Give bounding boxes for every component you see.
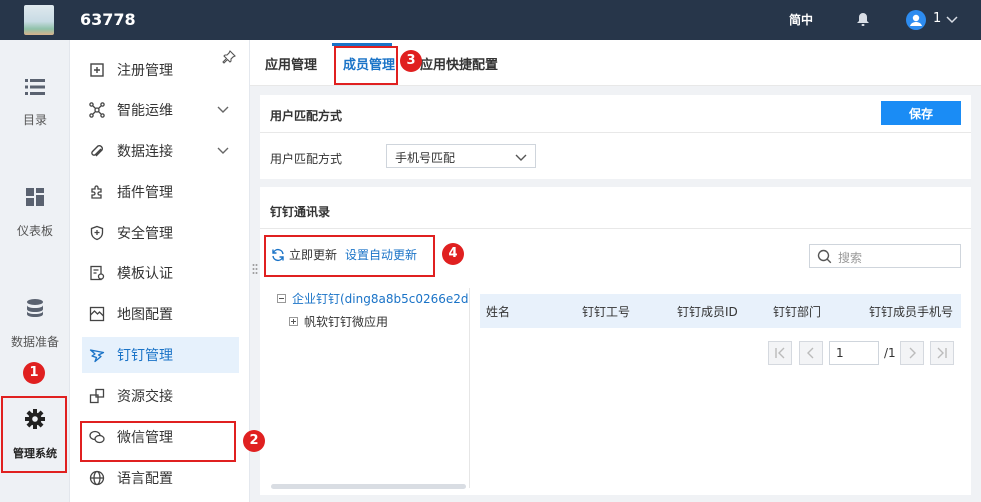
first-page-button[interactable]: [768, 341, 792, 365]
map-icon: [89, 306, 105, 322]
menu-item-map-config[interactable]: 地图配置: [82, 296, 239, 332]
handover-icon: [89, 388, 105, 404]
menu-item-plugins[interactable]: 插件管理: [82, 174, 239, 210]
app-title: 63778: [80, 10, 136, 29]
step-badge: 4: [442, 243, 464, 265]
database-icon: [0, 298, 70, 321]
rail-label: 数据准备: [10, 335, 59, 349]
search-icon: [817, 249, 832, 264]
column-header[interactable]: 姓名: [486, 303, 510, 320]
chevron-down-icon[interactable]: [946, 13, 958, 28]
highlight-box-wechat: [80, 421, 236, 462]
menu-item-resource-handover[interactable]: 资源交接: [82, 378, 239, 414]
step-badge: 2: [243, 430, 265, 452]
tree-horizontal-scrollbar[interactable]: [271, 484, 466, 489]
highlight-box-admin: [1, 396, 67, 473]
chevron-down-icon: [217, 106, 229, 113]
dashboard-icon: [0, 187, 70, 210]
menu-label: 注册管理: [117, 63, 173, 79]
column-header[interactable]: 钉钉部门: [773, 303, 821, 320]
menu-label: 钉钉管理: [117, 348, 173, 364]
collapse-icon[interactable]: [277, 294, 286, 303]
rail-item-dashboard[interactable]: 仪表板: [0, 187, 70, 239]
tree-node-enterprise[interactable]: 企业钉钉(ding8a8b5c0266e2d68c: [277, 290, 469, 307]
menu-label: 插件管理: [117, 185, 173, 201]
language-switcher[interactable]: 简中: [789, 11, 813, 28]
rail-item-catalog[interactable]: 目录: [0, 78, 70, 128]
match-method-select[interactable]: 手机号匹配: [386, 144, 536, 168]
certificate-icon: [90, 265, 105, 281]
registration-icon: [90, 63, 104, 77]
app-logo[interactable]: [24, 5, 54, 35]
shield-icon: [90, 225, 104, 241]
dingtalk-icon: [89, 349, 105, 363]
tab-app-management[interactable]: 应用管理: [265, 54, 317, 73]
highlight-box-toolbar: [264, 235, 435, 277]
tree-node-app[interactable]: 帆软钉钉微应用: [289, 313, 388, 330]
paperclip-icon: [91, 145, 103, 157]
match-method-value: 手机号匹配: [395, 151, 456, 165]
menu-item-smart-ops[interactable]: 智能运维: [82, 92, 239, 128]
menu-label: 地图配置: [117, 307, 173, 323]
chevron-down-icon: [217, 147, 229, 154]
chevron-down-icon: [515, 154, 527, 161]
prev-page-button[interactable]: [799, 341, 823, 365]
user-icon[interactable]: [906, 10, 926, 30]
network-icon: [89, 102, 105, 118]
menu-label: 智能运维: [117, 103, 173, 119]
page-total: /1: [884, 346, 896, 360]
menu-item-template-cert[interactable]: 模板认证: [82, 255, 239, 291]
expand-icon[interactable]: [289, 317, 298, 326]
pin-icon[interactable]: [222, 50, 236, 68]
menu-item-dingtalk[interactable]: 钉钉管理: [82, 337, 239, 373]
menu-label: 安全管理: [117, 226, 173, 242]
match-section-title: 用户匹配方式: [270, 109, 343, 123]
column-header[interactable]: 钉钉工号: [582, 303, 630, 320]
member-search-input[interactable]: 搜索: [809, 244, 961, 268]
user-name[interactable]: 1: [933, 11, 941, 26]
menu-label: 模板认证: [117, 266, 173, 282]
member-table-header: 姓名 钉钉工号 钉钉成员ID 钉钉部门 钉钉成员手机号: [480, 294, 961, 328]
menu-label: 数据连接: [117, 144, 173, 160]
save-button[interactable]: 保存: [881, 101, 961, 125]
rail-item-data-prep[interactable]: 数据准备: [0, 298, 70, 350]
step-badge: 3: [400, 50, 422, 72]
next-page-button[interactable]: [900, 341, 924, 365]
resize-handle[interactable]: [252, 263, 258, 279]
menu-label: 资源交接: [117, 389, 173, 405]
last-page-button[interactable]: [930, 341, 954, 365]
rail-label: 目录: [22, 113, 47, 127]
column-header[interactable]: 钉钉成员ID: [677, 303, 738, 320]
search-placeholder: 搜索: [838, 251, 863, 265]
puzzle-icon: [91, 185, 102, 199]
rail-label: 仪表板: [16, 224, 53, 238]
menu-item-security[interactable]: 安全管理: [82, 215, 239, 251]
match-field-label: 用户匹配方式: [270, 152, 343, 166]
tree-node-label: 帆软钉钉微应用: [304, 315, 389, 329]
list-icon: [0, 78, 70, 99]
page-number-input[interactable]: 1: [829, 341, 879, 365]
column-header[interactable]: 钉钉成员手机号: [869, 303, 953, 320]
menu-item-data-connection[interactable]: 数据连接: [82, 133, 239, 169]
divider: [260, 132, 971, 133]
tree-node-label: 企业钉钉(ding8a8b5c0266e2d68c: [292, 292, 469, 306]
top-bar: 63778 简中 1: [0, 0, 981, 40]
org-tree: 企业钉钉(ding8a8b5c0266e2d68c 帆软钉钉微应用: [271, 288, 470, 488]
menu-item-registration[interactable]: 注册管理: [82, 52, 239, 88]
bell-icon[interactable]: [856, 12, 870, 31]
highlight-box-member-tab: [334, 46, 398, 85]
tab-app-quick-config[interactable]: 应用快捷配置: [420, 54, 498, 73]
step-badge: 1: [23, 362, 45, 384]
globe-icon: [89, 470, 105, 486]
menu-label: 语言配置: [117, 471, 173, 487]
match-panel: [260, 95, 971, 179]
divider: [260, 228, 971, 229]
directory-section-title: 钉钉通讯录: [270, 205, 331, 219]
menu-item-language[interactable]: 语言配置: [82, 460, 239, 496]
